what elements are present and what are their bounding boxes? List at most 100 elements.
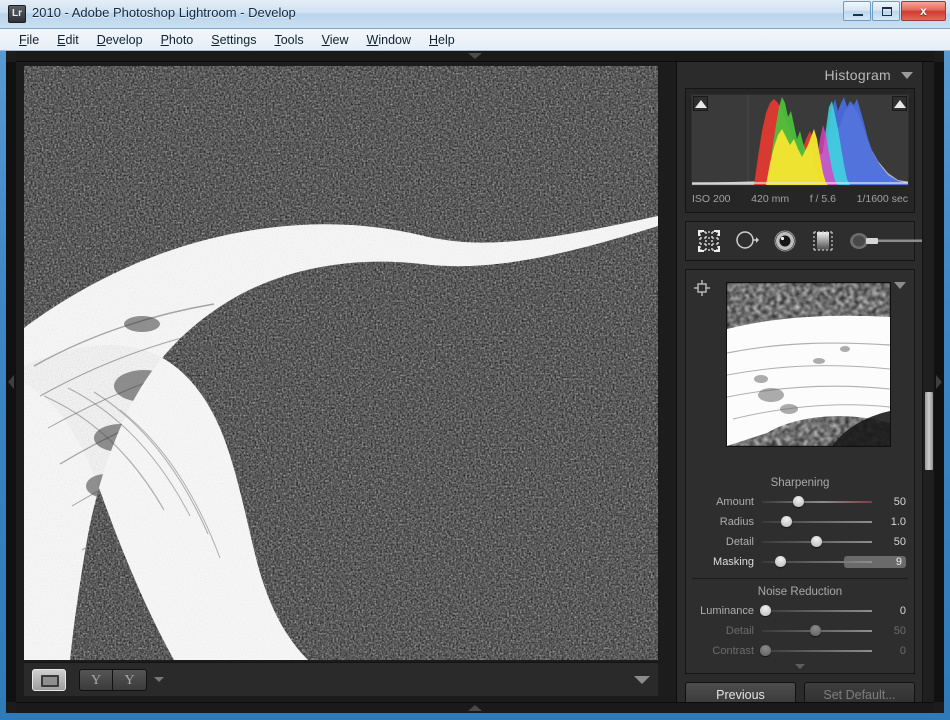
chevron-down-icon	[468, 53, 482, 59]
slider-knob-radius[interactable]	[781, 516, 793, 527]
histogram-panel: ISO 200 420 mm f / 5.6 1/1600 sec	[685, 88, 915, 213]
right-panel-handle[interactable]	[934, 62, 944, 702]
close-button[interactable]: x	[901, 1, 946, 21]
slider-value-amount[interactable]: 50	[872, 496, 906, 508]
slider-masking[interactable]: Masking 9	[686, 552, 914, 572]
close-icon: x	[920, 4, 927, 18]
slider-line	[762, 501, 872, 503]
previous-button[interactable]: Previous	[685, 682, 796, 702]
chevron-right-icon	[8, 375, 14, 389]
slider-line	[762, 650, 872, 652]
chevron-down-icon[interactable]	[154, 677, 164, 682]
slider-label-radius[interactable]: Radius	[686, 516, 762, 528]
slider-value-noise-detail[interactable]: 50	[872, 625, 906, 637]
menu-develop[interactable]: Develop	[88, 31, 152, 49]
slider-noise-contrast[interactable]: Contrast 0	[686, 641, 914, 661]
slider-track-amount[interactable]	[762, 495, 872, 509]
slider-value-sharpening-detail[interactable]: 50	[872, 536, 906, 548]
slider-track-luminance[interactable]	[760, 604, 872, 618]
window-controls: x	[843, 1, 946, 21]
slider-track-noise-contrast[interactable]	[760, 644, 872, 658]
adjustment-brush-tool-icon[interactable]	[848, 228, 928, 254]
view-toolbar: Y Y	[24, 662, 658, 696]
slider-track-sharpening-detail[interactable]	[762, 535, 872, 549]
before-after-icon: Y	[124, 672, 135, 688]
before-after-icon: Y	[90, 672, 102, 688]
slider-label-sharpening-detail[interactable]: Detail	[686, 536, 762, 548]
slider-label-noise-contrast[interactable]: Contrast	[686, 645, 762, 657]
slider-radius[interactable]: Radius 1.0	[686, 512, 914, 532]
slider-knob-luminance[interactable]	[760, 605, 772, 616]
detail-preview[interactable]	[726, 282, 891, 447]
before-after-left-button[interactable]: Y	[79, 668, 113, 691]
histogram-chart[interactable]	[691, 94, 909, 186]
slider-track-masking[interactable]	[762, 555, 872, 569]
histogram-plot	[692, 95, 908, 185]
slider-label-amount[interactable]: Amount	[686, 496, 762, 508]
triangle-up-icon	[894, 100, 906, 108]
slider-value-noise-contrast[interactable]: 0	[872, 645, 906, 657]
detail-panel: Sharpening Amount 50 Radius 1.0 Detail 5…	[685, 269, 915, 674]
maximize-button[interactable]	[872, 1, 900, 21]
slider-knob-noise-detail[interactable]	[809, 625, 821, 636]
menu-help[interactable]: Help	[420, 31, 464, 49]
menu-tools[interactable]: Tools	[265, 31, 312, 49]
before-after-right-button[interactable]: Y	[113, 668, 147, 691]
chevron-down-icon[interactable]	[894, 282, 906, 289]
slider-label-masking[interactable]: Masking	[686, 556, 762, 568]
target-adjustment-icon[interactable]	[694, 280, 710, 296]
desktop-background: Lr 2010 - Adobe Photoshop Lightroom - De…	[0, 0, 950, 720]
right-panel-scrollbar[interactable]	[922, 62, 934, 702]
slider-knob-sharpening-detail[interactable]	[810, 536, 822, 547]
graduated-filter-tool-icon[interactable]	[810, 228, 836, 254]
minimize-icon	[853, 14, 863, 16]
panel-footer-buttons: Previous Set Default...	[677, 674, 923, 702]
menu-window[interactable]: Window	[358, 31, 420, 49]
scrollbar-thumb[interactable]	[925, 392, 933, 470]
slider-value-luminance[interactable]: 0	[872, 605, 906, 617]
set-default-button[interactable]: Set Default...	[804, 682, 915, 702]
slider-noise-detail[interactable]: Detail 50	[686, 621, 914, 641]
exif-shutter-speed: 1/1600 sec	[856, 193, 908, 205]
loupe-view-button[interactable]	[32, 668, 66, 691]
slider-amount[interactable]: Amount 50	[686, 492, 914, 512]
compare-view-group: Y Y	[79, 668, 147, 691]
window-titlebar: Lr 2010 - Adobe Photoshop Lightroom - De…	[0, 0, 950, 29]
menu-edit[interactable]: Edit	[48, 31, 88, 49]
spot-removal-tool-icon[interactable]	[734, 228, 760, 254]
slider-track-noise-detail[interactable]	[762, 624, 872, 638]
noise-reduction-section-title: Noise Reduction	[757, 586, 843, 598]
top-panel-handle[interactable]	[16, 51, 934, 62]
slider-track-radius[interactable]	[762, 515, 872, 529]
exif-aperture: f / 5.6	[809, 193, 836, 205]
menu-file[interactable]: File	[10, 31, 48, 49]
left-panel-handle[interactable]	[6, 62, 16, 702]
panel-scroll-more[interactable]	[686, 661, 914, 673]
minimize-button[interactable]	[843, 1, 871, 21]
menu-settings[interactable]: Settings	[202, 31, 265, 49]
slider-luminance[interactable]: Luminance 0	[686, 601, 914, 621]
slider-label-luminance[interactable]: Luminance	[686, 605, 762, 617]
bottom-panel-handle[interactable]	[16, 702, 934, 713]
crop-overlay-tool-icon[interactable]	[696, 228, 722, 254]
slider-value-radius[interactable]: 1.0	[872, 516, 906, 528]
slider-knob-noise-contrast[interactable]	[760, 645, 772, 656]
slider-knob-masking[interactable]	[774, 556, 786, 567]
lightroom-workspace: Y Y Histogram ISO 200 420 mm f / 5.6 1/1…	[6, 51, 944, 713]
slider-sharpening-detail[interactable]: Detail 50	[686, 532, 914, 552]
histogram-title: Histogram	[824, 67, 891, 83]
image-canvas[interactable]	[24, 66, 658, 660]
center-work-area: Y Y	[16, 62, 666, 702]
slider-knob-amount[interactable]	[793, 496, 805, 507]
slider-label-noise-detail[interactable]: Detail	[686, 625, 762, 637]
red-eye-correction-tool-icon[interactable]	[772, 228, 798, 254]
histogram-panel-header[interactable]: Histogram	[677, 62, 923, 88]
shadow-clipping-indicator[interactable]	[693, 96, 708, 111]
chevron-right-icon	[936, 375, 942, 389]
highlight-clipping-indicator[interactable]	[892, 96, 907, 111]
chevron-down-icon[interactable]	[901, 71, 913, 79]
lightroom-app-icon: Lr	[8, 5, 26, 23]
menu-view[interactable]: View	[313, 31, 358, 49]
toolbar-options-chevron-icon[interactable]	[634, 675, 650, 684]
menu-photo[interactable]: Photo	[152, 31, 203, 49]
